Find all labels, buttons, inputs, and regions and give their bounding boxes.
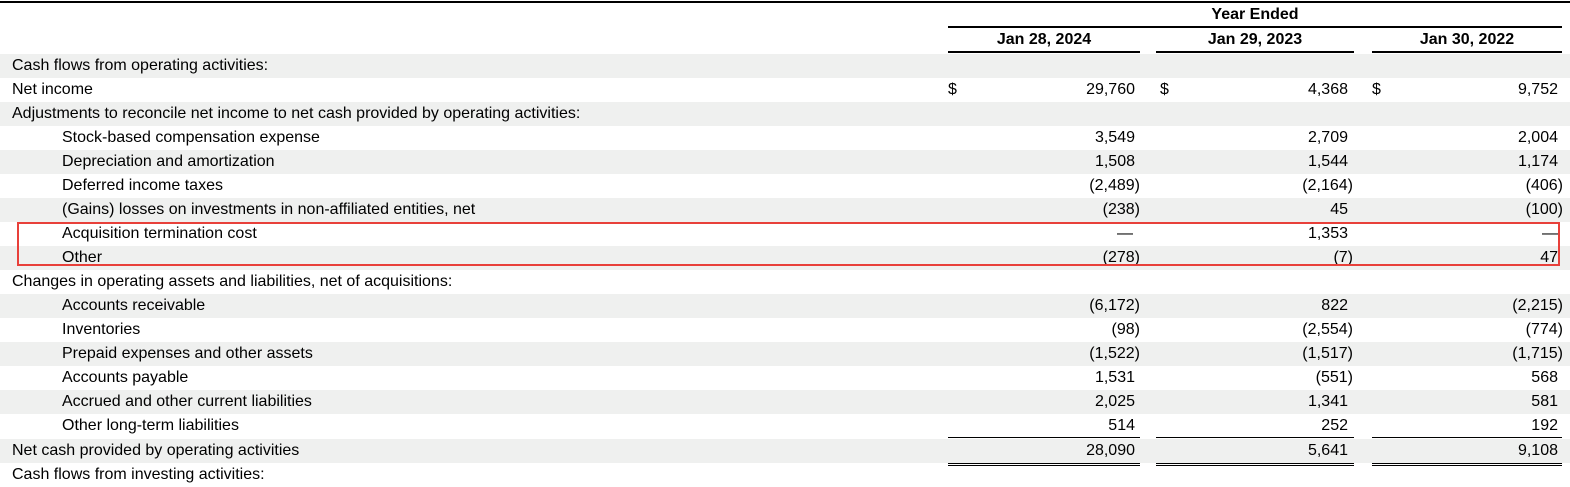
value-cell: 1,531 — [1094, 369, 1135, 386]
table-row: Depreciation and amortization 1,508 1,54… — [0, 150, 1570, 174]
value-cell: 5,641 — [1307, 442, 1348, 459]
value-cell: 2,709 — [1307, 129, 1348, 146]
table-row: Net income $ 29,760 $ 4,368 $ 9,752 — [0, 78, 1570, 102]
table-row: Changes in operating assets and liabilit… — [0, 270, 1570, 294]
highlight-box — [17, 222, 1560, 266]
value-cell: 4,368 — [1307, 81, 1348, 98]
table-row: Accrued and other current liabilities 2,… — [0, 390, 1570, 414]
value-cell: 192 — [1531, 417, 1558, 434]
value-cell: 3,549 — [1094, 129, 1135, 146]
value-cell: 1,508 — [1094, 153, 1135, 170]
row-label: Other long-term liabilities — [62, 417, 239, 434]
table-row: Other long-term liabilities 514 252 192 — [0, 414, 1570, 438]
value-cell: (238) — [1102, 201, 1140, 218]
value-cell: (2,554) — [1302, 321, 1353, 338]
column-header-jan-29-2023: Jan 29, 2023 — [1156, 29, 1354, 53]
value-cell: 514 — [1108, 417, 1135, 434]
cut-off-row-label: Cash flows from investing activities: — [12, 466, 265, 483]
value-cell: (774) — [1525, 321, 1563, 338]
row-label: Changes in operating assets and liabilit… — [12, 273, 453, 290]
column-header-jan-30-2022: Jan 30, 2022 — [1372, 29, 1562, 53]
total-rule — [1372, 437, 1562, 438]
table-row: Accounts payable 1,531 (551) 568 — [0, 366, 1570, 390]
table-row: Stock-based compensation expense 3,549 2… — [0, 126, 1570, 150]
value-cell: 2,004 — [1517, 129, 1558, 146]
table-row: Accounts receivable (6,172) 822 (2,215) — [0, 294, 1570, 318]
year-ended-header: Year Ended — [948, 4, 1562, 28]
value-cell: 28,090 — [1086, 442, 1135, 459]
table-row: Inventories (98) (2,554) (774) — [0, 318, 1570, 342]
value-cell: 29,760 — [1086, 81, 1135, 98]
value-cell: (2,215) — [1512, 297, 1563, 314]
row-label: Inventories — [62, 321, 141, 338]
row-label: Cash flows from operating activities: — [12, 57, 269, 74]
value-cell: 822 — [1321, 297, 1348, 314]
row-label: (Gains) losses on investments in non-aff… — [62, 201, 476, 218]
row-label: Deferred income taxes — [62, 177, 223, 194]
value-cell: (2,489) — [1089, 177, 1140, 194]
value-cell: 568 — [1531, 369, 1558, 386]
value-cell: (100) — [1525, 201, 1563, 218]
value-cell: 2,025 — [1094, 393, 1135, 410]
row-label: Accrued and other current liabilities — [62, 393, 312, 410]
double-underline — [1156, 463, 1354, 466]
value-cell: (1,517) — [1302, 345, 1353, 362]
value-cell: (98) — [1111, 321, 1140, 338]
double-underline — [1372, 463, 1562, 466]
value-cell: (2,164) — [1302, 177, 1353, 194]
value-cell: (551) — [1315, 369, 1353, 386]
value-cell: (1,715) — [1512, 345, 1563, 362]
row-label: Accounts receivable — [62, 297, 206, 314]
table-row: Prepaid expenses and other assets (1,522… — [0, 342, 1570, 366]
value-cell: 581 — [1531, 393, 1558, 410]
value-cell: 45 — [1330, 201, 1348, 218]
double-underline — [948, 463, 1140, 466]
table-row: (Gains) losses on investments in non-aff… — [0, 198, 1570, 222]
total-rule — [1156, 437, 1354, 438]
table-row: Cash flows from operating activities: — [0, 54, 1570, 78]
row-label: Net income — [12, 81, 93, 98]
table-row: Net cash provided by operating activitie… — [0, 439, 1570, 463]
table-row: Adjustments to reconcile net income to n… — [0, 102, 1570, 126]
value-cell: 1,341 — [1307, 393, 1348, 410]
value-cell: (6,172) — [1089, 297, 1140, 314]
value-cell: (406) — [1525, 177, 1563, 194]
row-label: Net cash provided by operating activitie… — [12, 442, 300, 459]
value-cell: (1,522) — [1089, 345, 1140, 362]
row-label: Prepaid expenses and other assets — [62, 345, 313, 362]
value-cell: 1,174 — [1517, 153, 1558, 170]
row-label: Accounts payable — [62, 369, 189, 386]
row-label: Adjustments to reconcile net income to n… — [12, 105, 581, 122]
table-row: Deferred income taxes (2,489) (2,164) (4… — [0, 174, 1570, 198]
value-cell: 252 — [1321, 417, 1348, 434]
column-header-jan-28-2024: Jan 28, 2024 — [948, 29, 1140, 53]
value-cell: 1,544 — [1307, 153, 1348, 170]
row-label: Depreciation and amortization — [62, 153, 275, 170]
row-label: Stock-based compensation expense — [62, 129, 320, 146]
value-cell: 9,108 — [1517, 442, 1558, 459]
table-top-rule — [0, 1, 1570, 3]
value-cell: 9,752 — [1517, 81, 1558, 98]
total-rule — [948, 437, 1140, 438]
